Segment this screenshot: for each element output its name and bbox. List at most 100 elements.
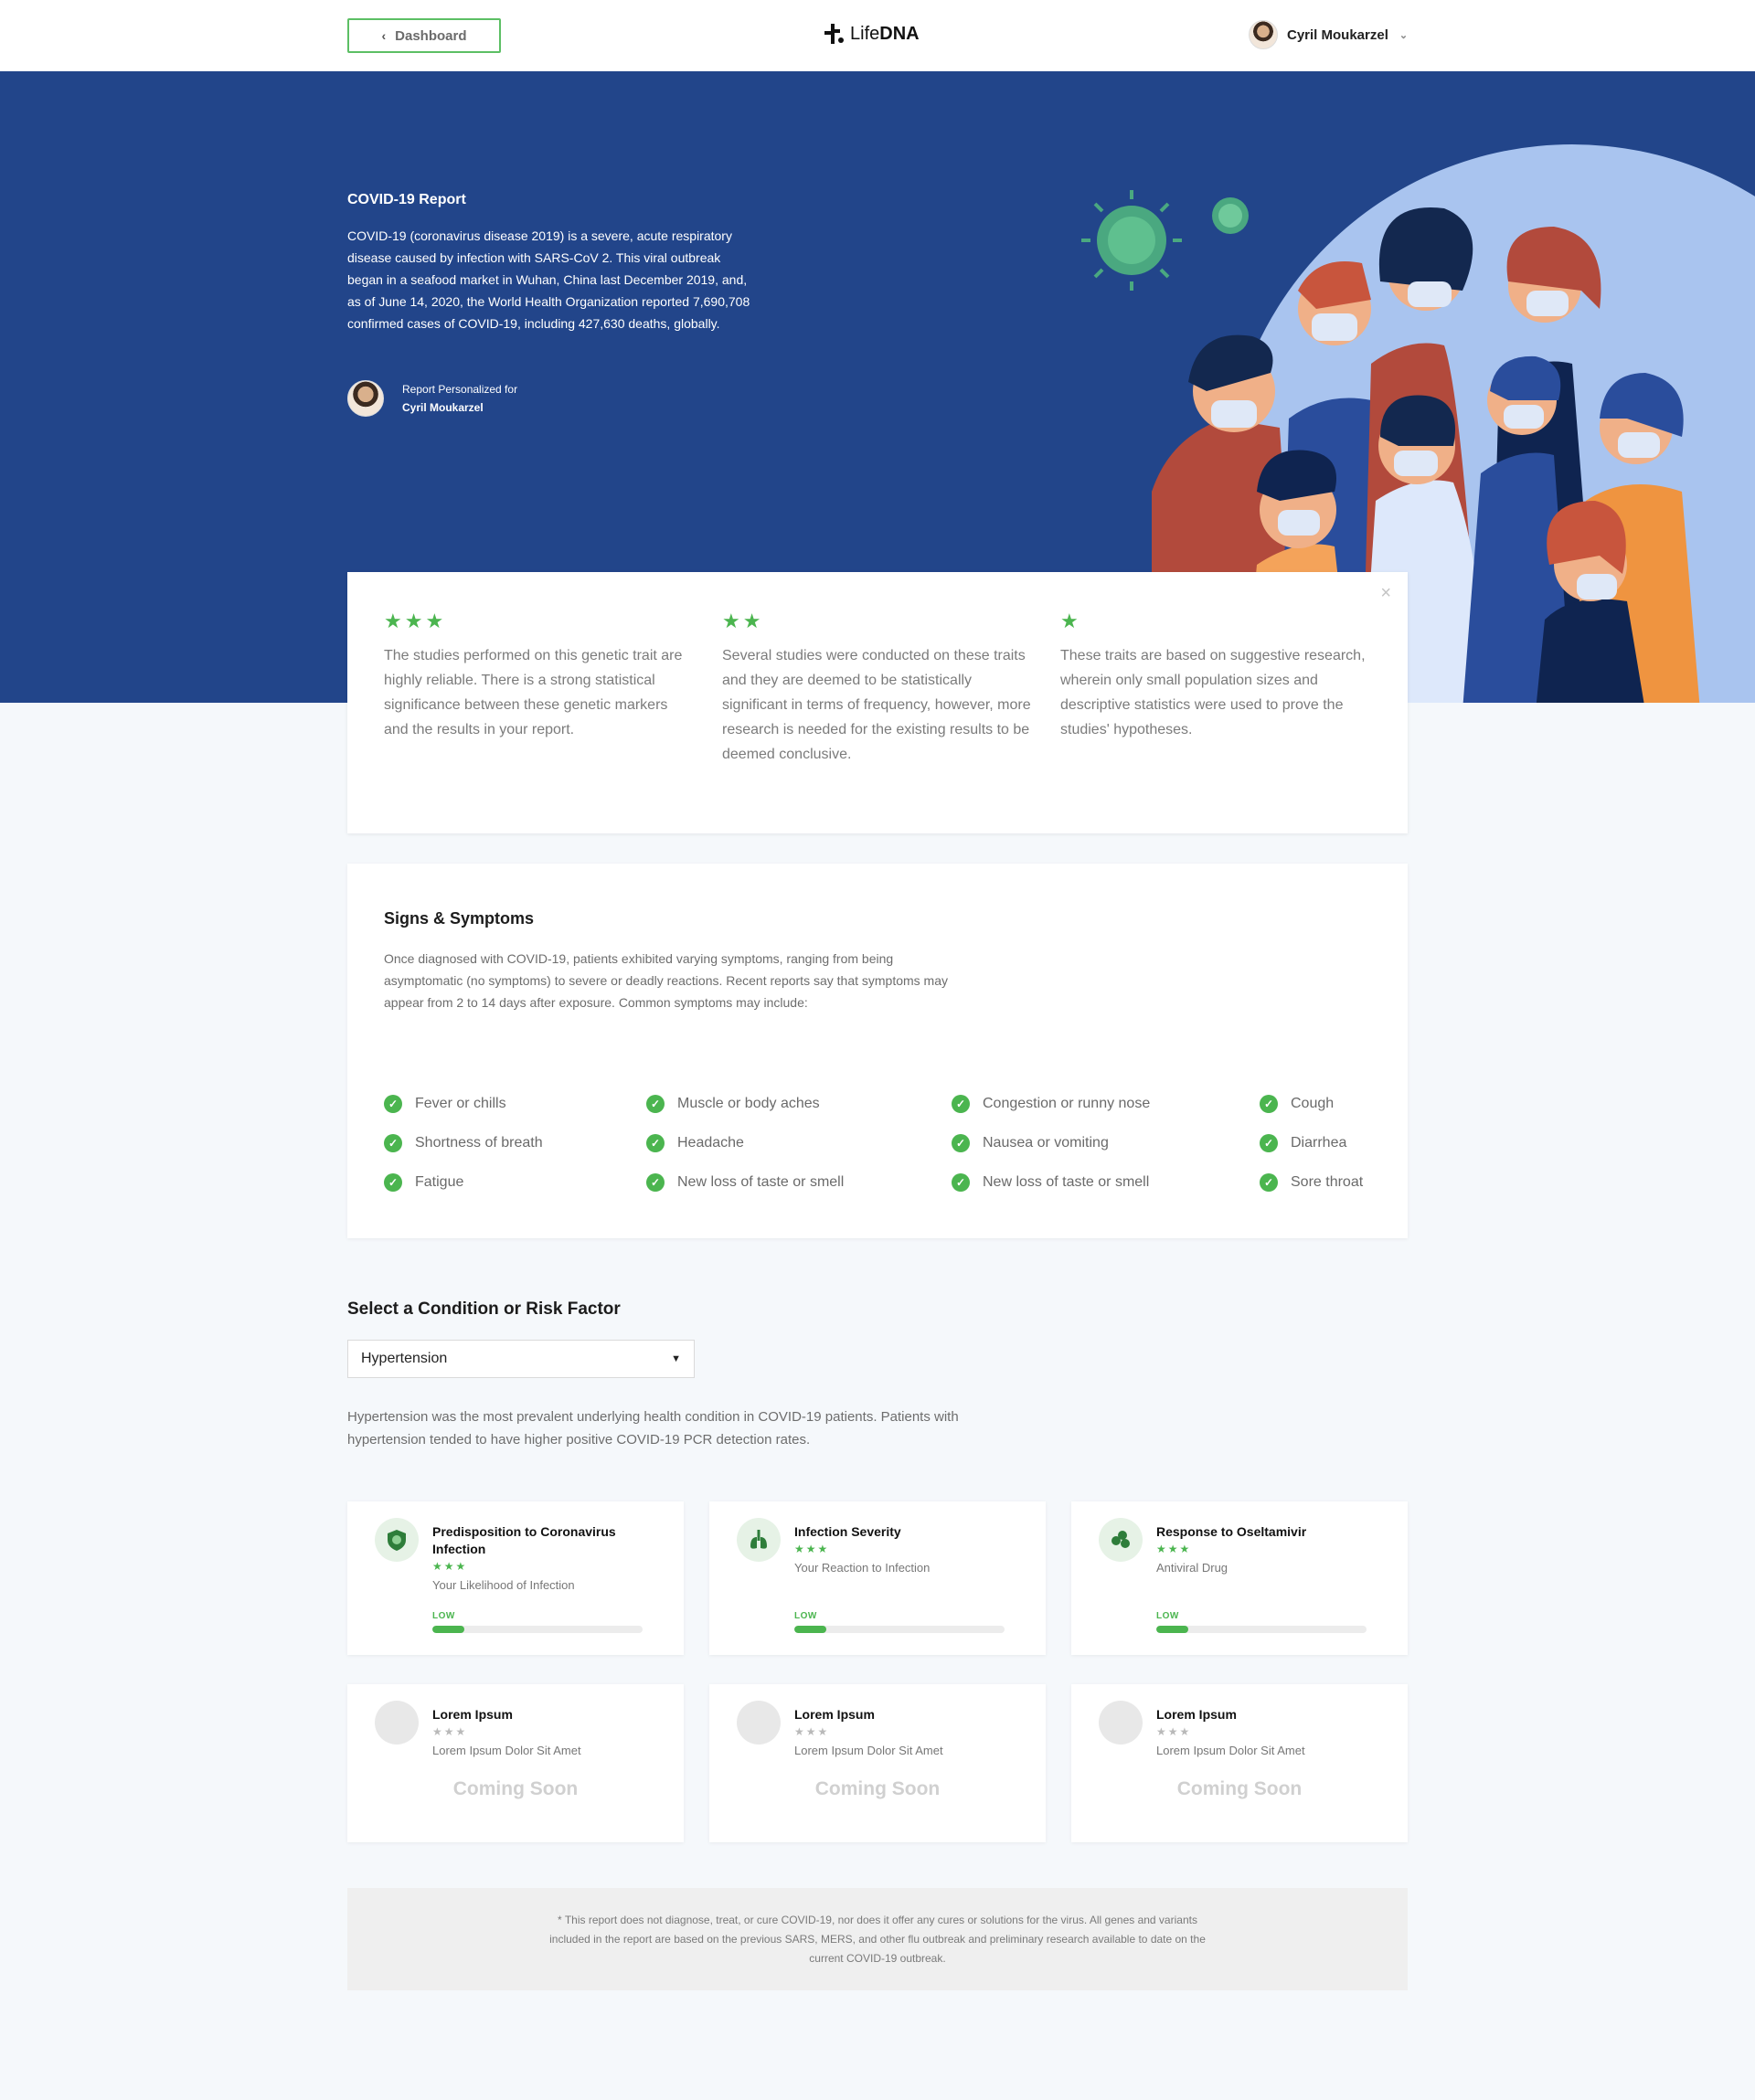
- check-circle-icon: ✓: [1260, 1134, 1278, 1152]
- symptom-label: Nausea or vomiting: [983, 1135, 1109, 1151]
- check-circle-icon: ✓: [952, 1173, 970, 1192]
- symptom-label: Fever or chills: [415, 1096, 506, 1111]
- symptom-label: Diarrhea: [1291, 1135, 1347, 1151]
- symptom-label: Fatigue: [415, 1174, 464, 1190]
- trait-title: Lorem Ipsum: [1156, 1707, 1237, 1722]
- check-circle-icon: ✓: [1260, 1095, 1278, 1113]
- symptom-item: ✓ New loss of taste or smell: [952, 1173, 1149, 1192]
- symptom-item: ✓ Fatigue: [384, 1173, 463, 1192]
- star-rating: ★★★: [1156, 1543, 1192, 1555]
- risk-level-bar: [432, 1626, 643, 1633]
- report-title: COVID-19 Report: [347, 192, 466, 207]
- avatar: [1249, 20, 1278, 49]
- symptom-item: ✓ Diarrhea: [1260, 1134, 1346, 1152]
- trait-subtitle: Lorem Ipsum Dolor Sit Amet: [432, 1744, 581, 1757]
- condition-description: Hypertension was the most prevalent unde…: [347, 1409, 959, 1448]
- risk-level-bar: [794, 1626, 1005, 1633]
- trait-card-predisposition[interactable]: Predisposition to Coronavirus Infection …: [347, 1501, 684, 1655]
- personalized-label: Report Personalized for: [402, 383, 518, 396]
- risk-level-fill: [1156, 1626, 1188, 1633]
- check-circle-icon: ✓: [1260, 1173, 1278, 1192]
- close-icon[interactable]: ×: [1380, 583, 1391, 604]
- check-circle-icon: ✓: [646, 1134, 665, 1152]
- lifedna-logo[interactable]: LifeDNA: [823, 22, 920, 46]
- disclaimer-box: * This report does not diagnose, treat, …: [347, 1888, 1408, 1990]
- personalized-for: Report Personalized for Cyril Moukarzel: [347, 380, 517, 417]
- condition-selected-value: Hypertension: [361, 1351, 448, 1366]
- user-menu[interactable]: Cyril Moukarzel ⌄: [1249, 20, 1408, 49]
- report-intro: COVID-19 (coronavirus disease 2019) is a…: [347, 228, 750, 331]
- symptom-label: Sore throat: [1291, 1174, 1364, 1190]
- symptom-item: ✓ Nausea or vomiting: [952, 1134, 1109, 1152]
- virus-icon: [1212, 197, 1249, 234]
- lungs-icon: [737, 1518, 781, 1562]
- evidence-description: Several studies were conducted on these …: [722, 648, 1031, 762]
- user-name: Cyril Moukarzel: [1287, 27, 1388, 43]
- placeholder-icon: [1099, 1701, 1143, 1745]
- trait-title: Lorem Ipsum: [432, 1707, 513, 1722]
- condition-section-title: Select a Condition or Risk Factor: [347, 1299, 621, 1319]
- trait-subtitle: Lorem Ipsum Dolor Sit Amet: [1156, 1744, 1305, 1757]
- check-circle-icon: ✓: [384, 1173, 402, 1192]
- symptom-item: ✓ New loss of taste or smell: [646, 1173, 844, 1192]
- trait-title: Predisposition to Coronavirus Infection: [432, 1524, 616, 1556]
- trait-subtitle: Antiviral Drug: [1156, 1561, 1228, 1575]
- dashboard-back-label: Dashboard: [395, 27, 467, 44]
- symptom-label: Headache: [677, 1135, 744, 1151]
- star-rating: ★: [1060, 610, 1081, 632]
- star-rating: ★★★: [432, 1725, 468, 1738]
- placeholder-icon: [375, 1701, 419, 1745]
- star-rating: ★★★: [794, 1725, 830, 1738]
- symptom-item: ✓ Cough: [1260, 1095, 1334, 1113]
- disclaimer-text: * This report does not diagnose, treat, …: [549, 1913, 1206, 1965]
- evidence-description: These traits are based on suggestive res…: [1060, 648, 1366, 737]
- evidence-level-strong: ★★★ The studies performed on this geneti…: [384, 610, 695, 742]
- risk-level-label: LOW: [794, 1611, 817, 1621]
- check-circle-icon: ✓: [384, 1095, 402, 1113]
- dna-cross-icon: [824, 24, 844, 44]
- pills-icon: [1099, 1518, 1143, 1562]
- symptom-item: ✓ Headache: [646, 1134, 744, 1152]
- trait-card-oseltamivir[interactable]: Response to Oseltamivir ★★★ Antiviral Dr…: [1071, 1501, 1408, 1655]
- dashboard-back-button[interactable]: ‹ Dashboard: [347, 18, 501, 53]
- symptom-label: Shortness of breath: [415, 1135, 543, 1151]
- coming-soon-label: Coming Soon: [1176, 1778, 1303, 1799]
- risk-level-label: LOW: [1156, 1611, 1179, 1621]
- placeholder-icon: [737, 1701, 781, 1745]
- symptom-label: New loss of taste or smell: [677, 1174, 845, 1190]
- coming-soon-card: Lorem Ipsum ★★★ Lorem Ipsum Dolor Sit Am…: [1071, 1684, 1408, 1842]
- signs-symptoms-card: Signs & Symptoms Once diagnosed with COV…: [347, 864, 1408, 1238]
- symptom-item: ✓ Shortness of breath: [384, 1134, 543, 1152]
- personalized-name: Cyril Moukarzel: [402, 401, 484, 414]
- star-rating: ★★★: [1156, 1725, 1192, 1738]
- chevron-down-icon: ⌄: [1399, 29, 1409, 41]
- symptom-item: ✓ Muscle or body aches: [646, 1095, 820, 1113]
- trait-card-severity[interactable]: Infection Severity ★★★ Your Reaction to …: [709, 1501, 1046, 1655]
- symptom-label: Muscle or body aches: [677, 1096, 820, 1111]
- coming-soon-card: Lorem Ipsum ★★★ Lorem Ipsum Dolor Sit Am…: [709, 1684, 1046, 1842]
- check-circle-icon: ✓: [952, 1095, 970, 1113]
- condition-select[interactable]: Hypertension ▼: [347, 1340, 695, 1378]
- check-circle-icon: ✓: [384, 1134, 402, 1152]
- star-rating: ★★★: [794, 1543, 830, 1555]
- evidence-description: The studies performed on this genetic tr…: [384, 648, 683, 737]
- star-rating: ★★: [722, 610, 764, 632]
- caret-down-icon: ▼: [671, 1353, 681, 1364]
- top-bar: ‹ Dashboard LifeDNA Cyril Moukarzel ⌄: [0, 0, 1755, 71]
- chevron-left-icon: ‹: [381, 28, 387, 43]
- symptoms-title: Signs & Symptoms: [384, 909, 535, 928]
- avatar: [347, 380, 384, 417]
- risk-level-fill: [432, 1626, 464, 1633]
- trait-title: Lorem Ipsum: [794, 1707, 875, 1722]
- evidence-levels-card: × ★★★ The studies performed on this gene…: [347, 572, 1408, 833]
- symptom-label: Cough: [1291, 1096, 1335, 1111]
- logo-text-light: Life: [850, 23, 880, 44]
- check-circle-icon: ✓: [646, 1173, 665, 1192]
- symptom-item: ✓ Fever or chills: [384, 1095, 506, 1113]
- trait-subtitle: Lorem Ipsum Dolor Sit Amet: [794, 1744, 943, 1757]
- trait-title: Response to Oseltamivir: [1156, 1524, 1307, 1539]
- check-circle-icon: ✓: [646, 1095, 665, 1113]
- risk-level-bar: [1156, 1626, 1367, 1633]
- star-rating: ★★★: [432, 1560, 468, 1573]
- symptoms-description: Once diagnosed with COVID-19, patients e…: [384, 951, 949, 1010]
